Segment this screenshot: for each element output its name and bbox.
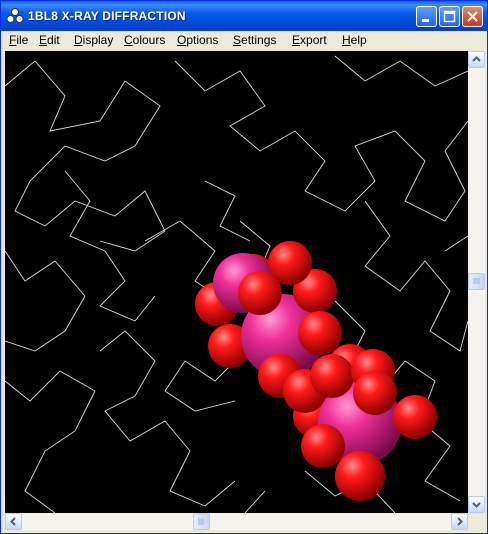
grip-icon xyxy=(198,518,204,525)
menu-file[interactable]: File xyxy=(9,33,28,47)
chevron-left-icon xyxy=(10,517,16,526)
close-button[interactable] xyxy=(462,6,483,27)
scroll-right-button[interactable] xyxy=(451,513,468,530)
maximize-button[interactable] xyxy=(439,6,460,27)
title-bar[interactable]: 1BL8 X-RAY DIFFRACTION xyxy=(1,1,487,31)
minimize-button[interactable] xyxy=(416,6,437,27)
menu-settings[interactable]: Settings xyxy=(233,33,276,47)
close-icon xyxy=(467,11,478,22)
minimize-icon xyxy=(422,19,429,22)
maximize-icon xyxy=(443,10,456,23)
menu-edit[interactable]: Edit xyxy=(39,33,60,47)
chevron-up-icon xyxy=(472,56,481,62)
chevron-down-icon xyxy=(472,502,481,508)
menu-export[interactable]: Export xyxy=(292,33,327,47)
window-title: 1BL8 X-RAY DIFFRACTION xyxy=(28,9,186,23)
molecule-viewport[interactable] xyxy=(5,51,468,513)
menu-colours[interactable]: Colours xyxy=(124,33,165,47)
scroll-down-button[interactable] xyxy=(468,496,485,513)
vertical-scrollbar[interactable] xyxy=(468,51,485,513)
horizontal-scroll-thumb[interactable] xyxy=(193,513,210,530)
chevron-right-icon xyxy=(457,517,463,526)
app-window: 1BL8 X-RAY DIFFRACTION File Edit Display… xyxy=(0,0,488,534)
menu-help[interactable]: Help xyxy=(342,33,367,47)
menu-bar: File Edit Display Colours Options Settin… xyxy=(1,31,487,49)
scroll-up-button[interactable] xyxy=(468,51,485,68)
molecule-icon[interactable] xyxy=(6,7,24,25)
horizontal-scrollbar[interactable] xyxy=(5,513,468,530)
vertical-scroll-thumb[interactable] xyxy=(468,273,485,290)
molecule-render xyxy=(5,55,468,513)
resize-grip[interactable] xyxy=(468,513,485,530)
ligand-atoms xyxy=(195,241,437,501)
grip-icon xyxy=(473,278,480,284)
scroll-left-button[interactable] xyxy=(5,513,22,530)
menu-display[interactable]: Display xyxy=(74,33,113,47)
menu-options[interactable]: Options xyxy=(177,33,218,47)
